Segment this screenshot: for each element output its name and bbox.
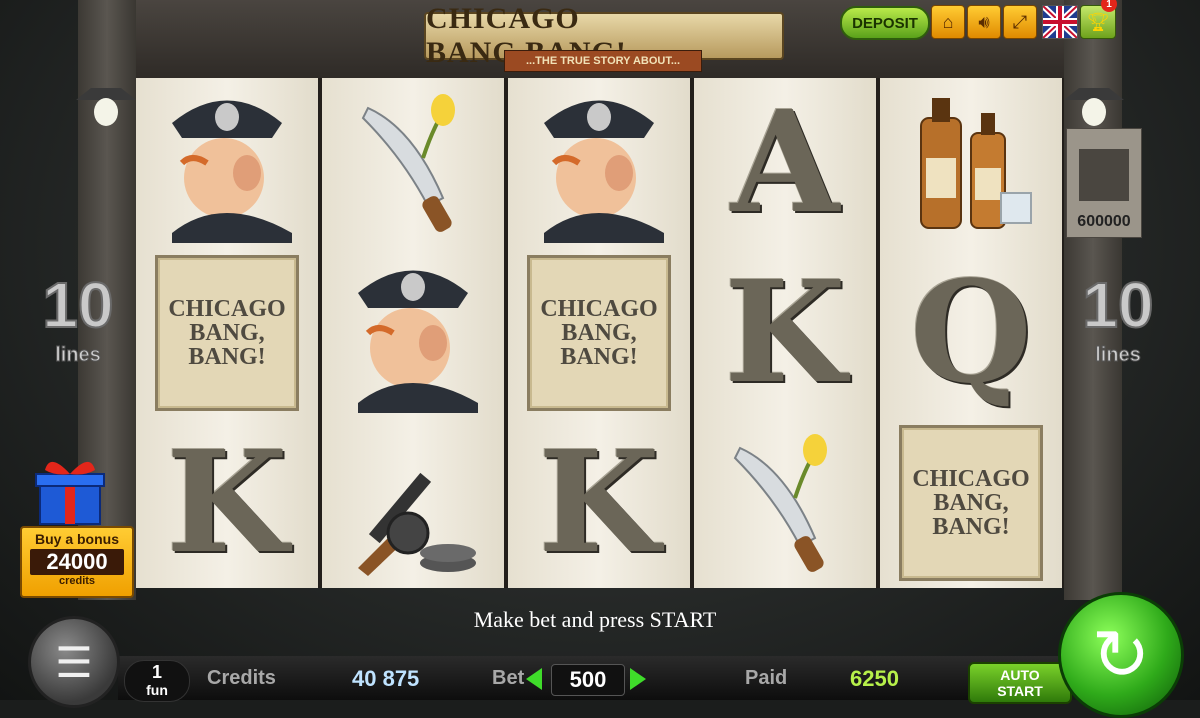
buy-bonus-title: Buy a bonus <box>34 531 119 547</box>
tommy-gun-symbol <box>322 418 504 588</box>
auto-start-line1: AUTO <box>1000 667 1040 683</box>
bet-decrease-button[interactable] <box>526 668 542 690</box>
home-icon: ⌂ <box>942 11 954 32</box>
bet-value: 500 <box>551 664 625 696</box>
reel-2 <box>322 78 504 588</box>
reel-1: CHICAGO BANG, BANG! K <box>136 78 318 588</box>
wanted-poster: 600000 <box>1066 128 1142 238</box>
lines-selector-value: 1 <box>151 662 162 682</box>
auto-start-line2: START <box>997 683 1043 699</box>
k-symbol: K <box>538 421 660 585</box>
lines-count-right: 10 <box>1081 268 1154 342</box>
k-symbol: K <box>166 421 288 585</box>
lines-count-left: 10 <box>41 268 114 342</box>
policeman-symbol <box>508 78 690 248</box>
reel-4: A K <box>694 78 876 588</box>
spin-button[interactable]: ↻ <box>1058 592 1184 718</box>
buy-bonus-amount: 24000 <box>30 549 124 575</box>
status-message: Make bet and press START <box>473 607 717 632</box>
reel-3: CHICAGO BANG, BANG! K <box>508 78 690 588</box>
uk-flag-icon <box>1043 6 1077 38</box>
bet-increase-button[interactable] <box>630 668 646 690</box>
reel-5: Q CHICAGO BANG, BANG! <box>880 78 1062 588</box>
buy-bonus-button[interactable]: Buy a bonus 24000 credits <box>20 526 134 598</box>
bet-label: Bet <box>492 667 525 689</box>
paid-value: 6250 <box>850 666 899 691</box>
knife-rose-symbol <box>694 418 876 588</box>
reels-area: CHICAGO BANG, BANG! K CHICAGO BANG, BANG… <box>136 78 1064 588</box>
policeman-symbol <box>322 248 504 418</box>
fullscreen-button[interactable]: ⤢ <box>1003 5 1037 39</box>
chicago-wild-symbol: CHICAGO BANG, BANG! <box>136 248 318 418</box>
policeman-symbol <box>136 78 318 248</box>
sound-button[interactable]: 🔊︎ <box>967 5 1001 39</box>
speaker-icon: 🔊︎ <box>978 11 990 32</box>
lines-label-right: lines <box>1095 344 1142 367</box>
game-subtitle: ...THE TRUE STORY ABOUT... <box>504 50 702 72</box>
paid-label: Paid <box>745 667 788 689</box>
refresh-icon: ↻ <box>1091 616 1151 694</box>
language-button[interactable] <box>1042 5 1078 39</box>
a-symbol: A <box>730 81 840 245</box>
q-symbol: Q <box>910 251 1032 415</box>
left-lamp-icon <box>76 88 136 126</box>
lines-label-left: lines <box>55 344 102 367</box>
buy-bonus-unit: credits <box>58 575 96 587</box>
home-button[interactable]: ⌂ <box>931 5 965 39</box>
hamburger-icon: ☰ <box>55 638 93 686</box>
lines-selector[interactable]: 1 fun <box>124 660 190 702</box>
chicago-wild-symbol: CHICAGO BANG, BANG! <box>508 248 690 418</box>
deposit-button[interactable]: DEPOSIT <box>840 6 930 40</box>
gift-icon <box>35 461 105 525</box>
chicago-wild-symbol: CHICAGO BANG, BANG! <box>880 418 1062 588</box>
credits-label: Credits <box>207 667 276 689</box>
lines-selector-unit: fun <box>146 682 168 698</box>
knife-rose-symbol <box>322 78 504 248</box>
trophy-icon: 🏆︎ <box>1086 11 1110 32</box>
credits-value: 40 875 <box>352 666 420 691</box>
auto-start-button[interactable]: AUTO START <box>968 662 1072 704</box>
whiskey-symbol <box>880 78 1062 248</box>
fullscreen-icon: ⤢ <box>1012 11 1028 32</box>
wanted-portrait-icon <box>1079 149 1129 201</box>
k-symbol: K <box>724 251 846 415</box>
wanted-prize: 600000 <box>1077 213 1131 230</box>
menu-button[interactable]: ☰ <box>28 616 120 708</box>
